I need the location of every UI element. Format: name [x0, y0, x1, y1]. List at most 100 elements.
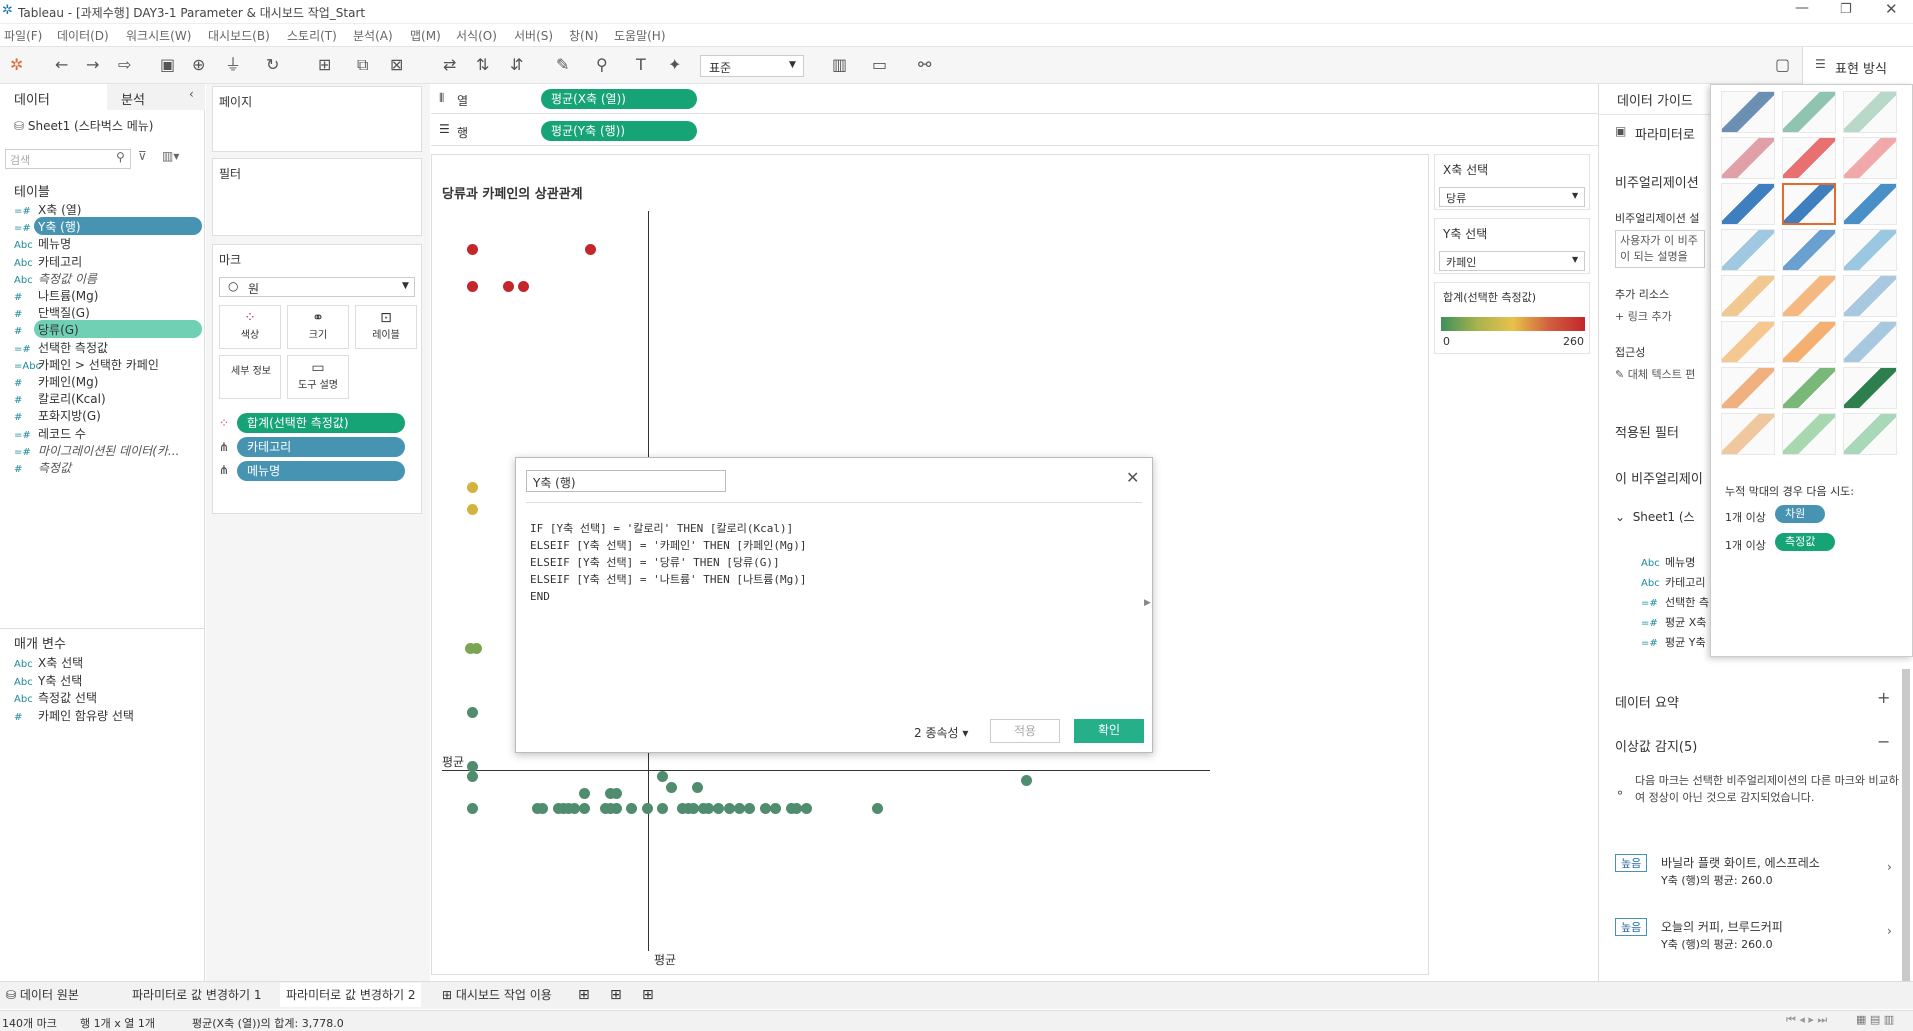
chart-type-thumbnail[interactable]	[1721, 137, 1775, 179]
tab-data[interactable]: 데이터	[0, 84, 107, 110]
scatter-mark[interactable]	[467, 244, 478, 255]
add-link-button[interactable]: + 링크 추가	[1615, 308, 1672, 324]
mark-pill-color[interactable]: 합계(선택한 측정값)	[237, 413, 405, 433]
scatter-mark[interactable]	[467, 707, 478, 718]
pause-updates-icon[interactable]: ⏚	[225, 57, 241, 73]
chart-type-thumbnail[interactable]	[1843, 137, 1897, 179]
color-legend[interactable]: 합계(선택한 측정값) 0 260	[1434, 282, 1590, 354]
collapse-outliers-icon[interactable]: −	[1877, 732, 1890, 751]
mark-type-select[interactable]: ○ 원 ▼	[219, 277, 415, 297]
detail-button[interactable]: 세부 정보	[219, 355, 281, 399]
guide-field-item[interactable]: =# 평균 Y축	[1641, 634, 1706, 652]
share-icon[interactable]: ⚯	[918, 57, 931, 73]
viz-description-input[interactable]: 사용자가 이 비주 이 되는 설명을 입	[1615, 230, 1705, 268]
guide-field-item[interactable]: =# 선택한 측	[1641, 594, 1709, 612]
scatter-mark[interactable]	[770, 803, 781, 814]
scatter-mark[interactable]	[611, 788, 622, 799]
scatter-mark[interactable]	[537, 803, 548, 814]
menu-map[interactable]: 맵(M)	[410, 27, 441, 44]
scatter-mark[interactable]	[503, 281, 514, 292]
calc-name-input[interactable]: Y축 (행)	[526, 470, 726, 492]
duplicate-sheet-icon[interactable]: ⧉	[357, 57, 368, 73]
group-icon[interactable]: ⚲	[596, 57, 608, 73]
guide-field-item[interactable]: Abc 카테고리	[1641, 574, 1705, 592]
chart-type-thumbnail[interactable]	[1843, 91, 1897, 133]
label-icon[interactable]: T	[636, 57, 646, 73]
chart-type-thumbnail[interactable]	[1721, 321, 1775, 363]
menu-worksheet[interactable]: 워크시트(W)	[126, 27, 191, 44]
ok-button[interactable]: 확인	[1074, 719, 1144, 743]
scatter-mark[interactable]	[467, 803, 478, 814]
field-item[interactable]: # 나트륨(Mg)	[14, 287, 98, 305]
scatter-mark[interactable]	[467, 482, 478, 493]
chart-type-thumbnail[interactable]	[1721, 413, 1775, 455]
parameter-item[interactable]: Abc 측정값 선택	[14, 689, 97, 707]
expand-icon[interactable]: ▶	[1144, 598, 1151, 608]
datasource-item[interactable]: ⛁ Sheet1 (스타벅스 메뉴)	[14, 117, 204, 135]
new-datasource-icon[interactable]: ⊕	[192, 57, 205, 73]
field-item[interactable]: =# 레코드 수	[14, 425, 86, 443]
replay-icon[interactable]: ⇨	[118, 57, 131, 73]
scatter-mark[interactable]	[585, 244, 596, 255]
scatter-mark[interactable]	[872, 803, 883, 814]
minimize-icon[interactable]: —	[1795, 0, 1809, 16]
parameter-item[interactable]: # 카페인 함유량 선택	[14, 707, 134, 725]
chart-type-thumbnail[interactable]	[1782, 183, 1836, 225]
scatter-mark[interactable]	[611, 803, 622, 814]
pages-card[interactable]: 페이지	[212, 86, 422, 152]
mark-pill-menu[interactable]: 메뉴명	[237, 461, 405, 481]
tab-sheet-2[interactable]: 파라미터로 값 변경하기 2	[280, 983, 422, 1007]
scatter-mark[interactable]	[713, 803, 724, 814]
parameter-item[interactable]: Abc X축 선택	[14, 654, 83, 672]
tooltip-button[interactable]: ▭ 도구 설명	[287, 355, 349, 399]
clear-sheet-icon[interactable]: ⊠	[390, 57, 403, 73]
field-item[interactable]: =# 마이그레이션된 데이터(카...	[14, 442, 179, 460]
tableau-home-icon[interactable]: ✲	[10, 57, 23, 73]
scatter-mark[interactable]	[518, 281, 529, 292]
chart-type-thumbnail[interactable]	[1843, 229, 1897, 271]
menu-server[interactable]: 서버(S)	[514, 27, 553, 44]
highlight-icon[interactable]: ✎	[556, 57, 569, 73]
field-item[interactable]: Abc 측정값 이름	[14, 270, 97, 288]
scatter-mark[interactable]	[677, 803, 688, 814]
scatter-mark[interactable]	[734, 803, 745, 814]
field-item[interactable]: =# Y축 (행)	[14, 218, 81, 236]
sort-asc-icon[interactable]: ⇅	[476, 57, 489, 73]
y-param-select[interactable]: 카페인 ▼	[1439, 251, 1585, 271]
alt-text-button[interactable]: ✎ 대체 텍스트 편	[1615, 366, 1695, 382]
chart-type-thumbnail[interactable]	[1782, 229, 1836, 271]
outlier-item[interactable]: 높음 오늘의 커피, 브루드커피 Y축 (행)의 평균: 260.0 ›	[1615, 916, 1899, 958]
pager-icon[interactable]: ⏮ ◂ ▸ ⏭	[1786, 1013, 1827, 1027]
chart-type-thumbnail[interactable]	[1782, 91, 1836, 133]
sheet-item[interactable]: ⌄ Sheet1 (스	[1615, 508, 1695, 525]
guide-field-item[interactable]: Abc 메뉴명	[1641, 554, 1695, 572]
tooltip-icon[interactable]: ▢	[1775, 57, 1790, 73]
x-param-select[interactable]: 당류 ▼	[1439, 187, 1585, 207]
menu-format[interactable]: 서식(O)	[456, 27, 497, 44]
scatter-mark[interactable]	[1021, 775, 1032, 786]
pin-icon[interactable]: ✦	[668, 57, 681, 73]
field-item[interactable]: # 칼로리(Kcal)	[14, 390, 106, 408]
chart-type-thumbnail[interactable]	[1782, 367, 1836, 409]
filters-card[interactable]: 필터	[212, 158, 422, 236]
show-cards-icon[interactable]: ▥	[832, 57, 847, 73]
chart-type-thumbnail[interactable]	[1782, 413, 1836, 455]
scatter-mark[interactable]	[642, 803, 653, 814]
scatter-mark[interactable]	[801, 803, 812, 814]
outlier-item[interactable]: 높음 바닐라 플랫 화이트, 에스프레소 Y축 (행)의 평균: 260.0 ›	[1615, 852, 1899, 894]
parameter-item[interactable]: Abc Y축 선택	[14, 672, 82, 690]
scatter-mark[interactable]	[657, 803, 668, 814]
rows-shelf[interactable]: ☰ 행 평균(Y축 (행))	[431, 116, 1601, 146]
refresh-icon[interactable]: ↻	[266, 57, 279, 73]
fit-select[interactable]: 표준 ▼	[700, 55, 804, 77]
dependencies-button[interactable]: 2 종속성 ▾	[914, 724, 968, 741]
chart-type-thumbnail[interactable]	[1843, 275, 1897, 317]
new-story-icon[interactable]: ⊞	[642, 983, 654, 1007]
menu-window[interactable]: 창(N)	[569, 27, 598, 44]
tab-dashboard[interactable]: ⊞ 대시보드 작업 이용	[442, 983, 552, 1007]
field-item[interactable]: # 측정값	[14, 459, 71, 477]
view-options-icon[interactable]: ▥▾	[162, 149, 179, 163]
scatter-mark[interactable]	[626, 803, 637, 814]
show-me-button[interactable]: ☰ 표현 방식	[1802, 47, 1913, 85]
chart-type-thumbnail[interactable]	[1721, 91, 1775, 133]
